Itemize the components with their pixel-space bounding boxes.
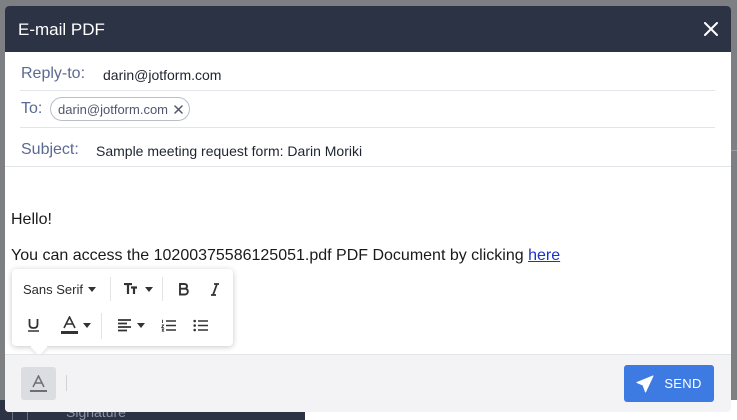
subject-label: Subject: [21, 141, 79, 158]
email-pdf-modal: E-mail PDF Reply-to: darin@jotform.com T… [5, 6, 731, 412]
text-color-dropdown[interactable] [58, 314, 94, 336]
format-toggle-button[interactable] [21, 367, 56, 400]
to-row: To: darin@jotform.com [20, 91, 715, 128]
chevron-down-icon [145, 286, 153, 292]
message-body-text: You can access the 10200375586125051.pdf… [11, 247, 524, 264]
send-button-label: SEND [664, 376, 702, 391]
underline-button[interactable] [23, 316, 43, 334]
reply-to-label: Reply-to: [21, 65, 86, 82]
background-divider [731, 150, 737, 151]
bold-button[interactable] [173, 280, 193, 298]
chevron-down-icon [87, 286, 96, 292]
close-icon [704, 22, 718, 36]
font-family-label: Sans Serif [23, 281, 83, 297]
toolbar-divider [162, 277, 163, 301]
underline-icon [27, 319, 39, 332]
text-color-icon [61, 316, 78, 334]
send-button[interactable]: SEND [624, 365, 714, 402]
modal-header: E-mail PDF [5, 6, 731, 52]
recipient-chip[interactable]: darin@jotform.com [50, 97, 191, 121]
recipient-chip-label: darin@jotform.com [58, 101, 169, 117]
toolbar-divider [110, 277, 111, 301]
chevron-down-icon [137, 322, 145, 328]
reply-to-field[interactable]: darin@jotform.com [103, 67, 221, 83]
message-body-line[interactable]: You can access the 10200375586125051.pdf… [11, 247, 560, 265]
align-dropdown[interactable] [113, 316, 149, 334]
message-greeting[interactable]: Hello! [11, 211, 52, 229]
bold-icon [178, 282, 189, 295]
ordered-list-button[interactable] [159, 316, 179, 334]
font-family-dropdown[interactable]: Sans Serif [23, 280, 96, 298]
footer-divider [66, 375, 67, 391]
reply-to-row: Reply-to: darin@jotform.com [20, 52, 715, 91]
to-label: To: [21, 100, 43, 117]
toolbar-divider [101, 313, 102, 339]
italic-icon [211, 282, 219, 296]
font-size-icon [124, 283, 137, 294]
paper-plane-icon [636, 375, 654, 392]
close-button[interactable] [697, 15, 725, 43]
header-divider [5, 166, 731, 167]
subject-row: Subject: Sample meeting request form: Da… [20, 128, 715, 166]
align-left-icon [118, 318, 131, 331]
bullet-list-button[interactable] [191, 316, 211, 334]
font-size-button[interactable] [120, 280, 156, 298]
text-format-icon [30, 374, 47, 392]
remove-recipient-button[interactable] [174, 104, 183, 114]
ordered-list-icon [161, 319, 176, 332]
subject-field[interactable]: Sample meeting request form: Darin Morik… [96, 143, 362, 159]
bullet-list-icon [193, 319, 208, 331]
italic-button[interactable] [205, 280, 225, 298]
chevron-down-icon [83, 322, 91, 328]
message-link[interactable]: here [528, 247, 560, 264]
modal-footer: SEND [5, 354, 731, 412]
format-toolbar: Sans Serif [12, 269, 233, 346]
modal-title: E-mail PDF [18, 20, 105, 39]
remove-icon [174, 104, 183, 114]
